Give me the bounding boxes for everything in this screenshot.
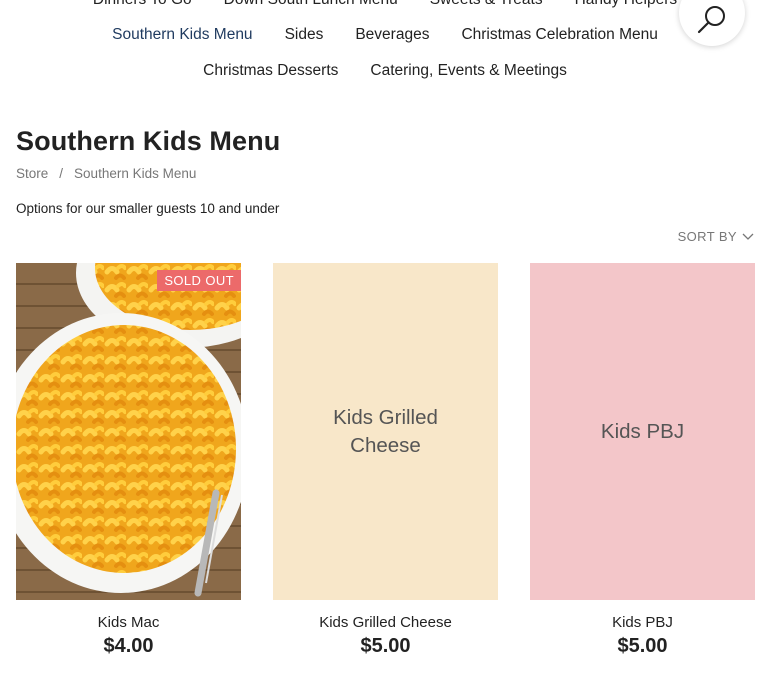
nav-row-3: Christmas Desserts Catering, Events & Me… [0,62,770,80]
mac-and-cheese-photo [16,263,241,600]
placeholder-text: Kids Grilled Cheese [333,405,438,457]
nav-item-handy-helpers[interactable]: Handy Helpers [575,0,678,9]
nav-row-2: Southern Kids Menu Sides Beverages Chris… [0,26,770,44]
product-image-placeholder[interactable]: Kids PBJ [530,263,755,600]
nav-item-dinners-to-go[interactable]: Dinners To Go [93,0,192,9]
search-icon [697,6,725,34]
nav-item-down-south-lunch-menu[interactable]: Down South Lunch Menu [224,0,398,9]
nav-item-christmas-desserts[interactable]: Christmas Desserts [203,62,338,80]
product-name[interactable]: Kids Grilled Cheese [273,614,498,631]
product-card-kids-grilled-cheese[interactable]: Kids Grilled Cheese Kids Grilled Cheese … [273,263,498,658]
product-image[interactable]: SOLD OUT [16,263,241,600]
product-grid: SOLD OUT Kids Mac $4.00 Kids Grilled Che… [16,263,755,658]
product-name[interactable]: Kids Mac [16,614,241,631]
breadcrumb-separator: / [59,166,64,181]
sold-out-badge: SOLD OUT [157,270,241,291]
sort-by-label: SORT BY [677,229,737,244]
nav-row-1: Dinners To Go Down South Lunch Menu Swee… [0,0,770,9]
breadcrumb-current: Southern Kids Menu [74,166,197,181]
product-price: $4.00 [103,635,154,657]
breadcrumb: Store / Southern Kids Menu [16,166,196,181]
product-card-kids-mac[interactable]: SOLD OUT Kids Mac $4.00 [16,263,241,658]
sort-by-dropdown[interactable]: SORT BY [678,229,754,244]
product-card-kids-pbj[interactable]: Kids PBJ Kids PBJ $5.00 [530,263,755,658]
nav-item-sweets-treats[interactable]: Sweets & Treats [430,0,543,9]
nav-item-southern-kids-menu[interactable]: Southern Kids Menu [112,26,252,44]
breadcrumb-store[interactable]: Store [16,166,48,181]
product-price: $5.00 [360,635,411,657]
page-description: Options for our smaller guests 10 and un… [16,201,280,216]
page-title: Southern Kids Menu [16,126,281,156]
nav-item-christmas-celebration-menu[interactable]: Christmas Celebration Menu [461,26,657,44]
product-name[interactable]: Kids PBJ [530,614,755,631]
nav-item-sides[interactable]: Sides [285,26,324,44]
nav-item-beverages[interactable]: Beverages [355,26,429,44]
product-image-placeholder[interactable]: Kids Grilled Cheese [273,263,498,600]
product-price: $5.00 [617,635,668,657]
chevron-down-icon [742,233,754,240]
placeholder-text: Kids PBJ [600,419,685,443]
nav-item-catering-events-meetings[interactable]: Catering, Events & Meetings [370,62,566,80]
